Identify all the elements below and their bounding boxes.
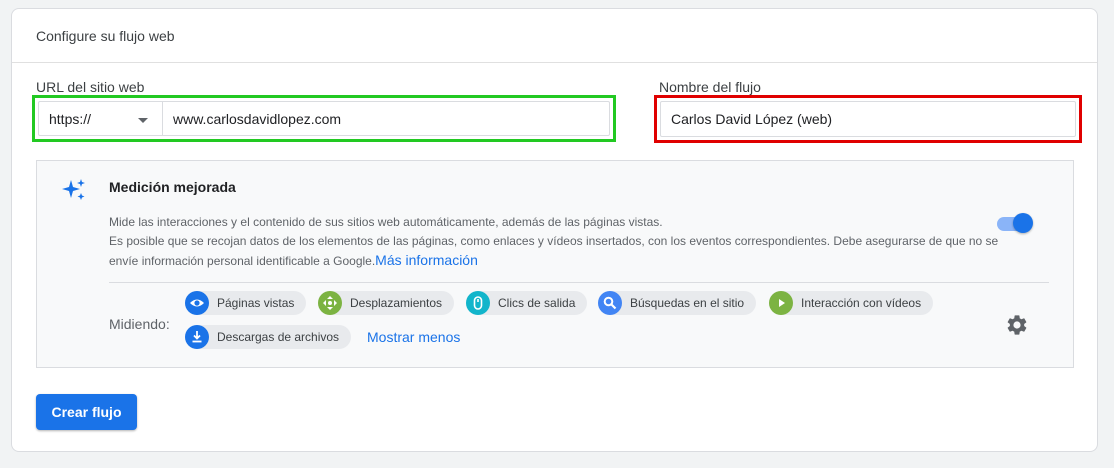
mouse-icon xyxy=(466,291,490,315)
desc-line-1: Mide las interacciones y el contenido de… xyxy=(109,215,663,229)
enhanced-measurement-toggle[interactable] xyxy=(997,213,1033,233)
more-info-link[interactable]: Más información xyxy=(375,252,478,268)
move-icon xyxy=(318,291,342,315)
chip-label: Búsquedas en el sitio xyxy=(630,296,745,310)
chip-video-engagement[interactable]: Interacción con vídeos xyxy=(769,291,934,315)
card-title: Configure su flujo web xyxy=(12,9,1097,63)
chip-file-downloads[interactable]: Descargas de archivos xyxy=(185,325,352,349)
search-icon xyxy=(598,291,622,315)
chip-scrolls[interactable]: Desplazamientos xyxy=(318,291,455,315)
download-icon xyxy=(185,325,209,349)
url-label: URL del sitio web xyxy=(36,79,145,95)
toggle-knob xyxy=(1013,213,1033,233)
chip-label: Clics de salida xyxy=(498,296,576,310)
measuring-label: Midiendo: xyxy=(109,316,170,332)
chevron-down-icon xyxy=(138,118,148,123)
sparkle-icon xyxy=(62,179,85,200)
protocol-value: https:// xyxy=(49,110,92,127)
chip-outbound-clicks[interactable]: Clics de salida xyxy=(466,291,588,315)
chip-page-views[interactable]: Páginas vistas xyxy=(185,291,307,315)
chip-label: Interacción con vídeos xyxy=(801,296,922,310)
chip-label: Descargas de archivos xyxy=(217,330,340,344)
divider xyxy=(109,282,1049,283)
stream-name-input[interactable]: Carlos David López (web) xyxy=(660,101,1076,137)
play-icon xyxy=(769,291,793,315)
enhanced-measurement-title: Medición mejorada xyxy=(109,179,236,195)
url-input-group: https:// www.carlosdavidlopez.com xyxy=(38,101,610,136)
show-less-link[interactable]: Mostrar menos xyxy=(367,329,460,345)
enhanced-measurement-description: Mide las interacciones y el contenido de… xyxy=(109,213,999,271)
chip-label: Desplazamientos xyxy=(350,296,443,310)
enhanced-measurement-panel: Medición mejorada Mide las interacciones… xyxy=(36,160,1074,368)
gear-icon[interactable] xyxy=(1005,313,1029,337)
url-highlight: https:// www.carlosdavidlopez.com xyxy=(32,95,616,142)
eye-icon xyxy=(185,291,209,315)
desc-line-2: Es posible que se recojan datos de los e… xyxy=(109,234,999,268)
create-stream-button[interactable]: Crear flujo xyxy=(36,394,137,430)
chip-site-search[interactable]: Búsquedas en el sitio xyxy=(598,291,757,315)
stream-name-label: Nombre del flujo xyxy=(659,79,761,95)
stream-name-highlight: Carlos David López (web) xyxy=(654,95,1082,143)
chip-label: Páginas vistas xyxy=(217,296,295,310)
url-input[interactable]: www.carlosdavidlopez.com xyxy=(163,102,341,135)
stream-setup-card: Configure su flujo web URL del sitio web… xyxy=(11,8,1098,452)
protocol-select[interactable]: https:// xyxy=(39,102,163,135)
